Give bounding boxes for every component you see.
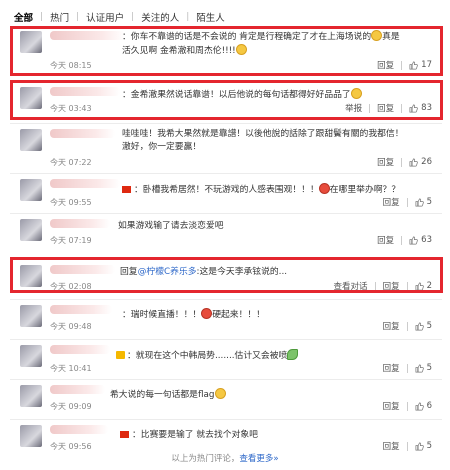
like-button[interactable]: 5 (415, 321, 432, 331)
avatar[interactable] (20, 179, 42, 201)
flag-icon (122, 186, 131, 193)
thumbs-up-icon (415, 442, 424, 450)
action-divider (406, 401, 408, 411)
username-blurred[interactable] (50, 345, 110, 354)
comment-text: ：比赛要是输了 就去找个对象吧 (120, 429, 408, 442)
action-divider (406, 197, 408, 207)
tab-following[interactable]: 关注的人 (141, 10, 179, 24)
username-blurred[interactable] (50, 179, 120, 188)
reply-button[interactable]: 回复 (383, 320, 400, 332)
like-count: 26 (421, 157, 432, 167)
tab-divider: | (76, 12, 80, 22)
avatar[interactable] (20, 425, 42, 447)
username-blurred[interactable] (50, 425, 108, 434)
laugh-emoji-icon (214, 388, 226, 399)
like-count: 63 (421, 235, 432, 245)
reply-button[interactable]: 回复 (383, 196, 400, 208)
timestamp: 今天 09:56 (50, 442, 92, 451)
action-divider (406, 321, 408, 331)
username-blurred[interactable] (50, 385, 105, 394)
comment-item: 希大说的每一句话都是flag 今天 09:09 回复 6 (10, 379, 442, 417)
like-button[interactable]: 6 (415, 401, 432, 411)
reply-button[interactable]: 回复 (377, 156, 394, 168)
like-count: 5 (426, 363, 432, 373)
highlight-box (10, 26, 443, 76)
thumbs-up-icon (409, 158, 418, 166)
footer: 以上为热门评论，查看更多» (171, 454, 279, 464)
reply-button[interactable]: 回复 (383, 362, 400, 374)
like-button[interactable]: 63 (409, 235, 432, 245)
like-button[interactable]: 5 (415, 197, 432, 207)
comment-item: ：卧槽我希居然！不玩游戏的人感表围观！！！ 在哪里举办啊？？ 今天 09:55 回… (10, 173, 442, 213)
tab-verified[interactable]: 认证用户 (86, 10, 124, 24)
thumbs-up-icon (415, 364, 424, 372)
comment-item: 如果游戏输了请去淡恋爱吧 今天 07:19 回复 63 (10, 213, 442, 251)
avatar[interactable] (20, 385, 42, 407)
tab-strangers[interactable]: 陌生人 (196, 10, 225, 24)
username-blurred[interactable] (50, 129, 115, 138)
comment-actions: 回复 5 (383, 362, 432, 374)
comment-actions: 回复 26 (377, 156, 432, 168)
action-divider (406, 363, 408, 373)
username-blurred[interactable] (50, 219, 110, 228)
comment-item: 哇哇哇！我希大果然就是靠譜！以後他說的話除了跟甜鬢有關的我都信！澈好，你一定要贏… (10, 123, 442, 173)
action-divider (401, 235, 403, 245)
action-divider (406, 441, 408, 451)
reply-button[interactable]: 回复 (383, 440, 400, 452)
like-button[interactable]: 26 (409, 157, 432, 167)
comment-text: 哇哇哇！我希大果然就是靠譜！以後他說的話除了跟甜鬢有關的我都信！澈好，你一定要贏… (122, 129, 404, 152)
emoji-icon (201, 308, 213, 319)
avatar[interactable] (20, 305, 42, 327)
avatar[interactable] (20, 129, 42, 151)
comment-actions: 回复 5 (383, 440, 432, 452)
thumbs-up-icon (409, 236, 418, 244)
like-count: 5 (426, 197, 432, 207)
view-more-link[interactable]: 查看更多 (239, 454, 273, 464)
comment-item: ：就现在这个中韩局势.......估计又会被喷 今天 10:41 回复 5 (10, 339, 442, 379)
comment-actions: 回复 6 (383, 400, 432, 412)
avatar[interactable] (20, 345, 42, 367)
thumbs-up-icon (415, 402, 424, 410)
leaf-emoji-icon (287, 349, 299, 360)
like-count: 5 (426, 441, 432, 451)
comment-actions: 回复 5 (383, 196, 432, 208)
timestamp: 今天 10:41 (50, 364, 92, 373)
filter-tabs: 全部 | 热门 | 认证用户 | 关注的人 | 陌生人 (14, 10, 225, 24)
thumbs-up-icon (415, 198, 424, 206)
highlight-box (10, 257, 443, 293)
comment-actions: 回复 63 (377, 234, 432, 246)
vip-badge-icon (116, 351, 125, 359)
like-button[interactable]: 5 (415, 441, 432, 451)
emoji-icon (318, 183, 330, 194)
flag-icon (120, 431, 129, 438)
comment-item: ：瑞时候直播！！！ 硬起来！！！ 今天 09:48 回复 5 (10, 299, 442, 337)
like-count: 6 (426, 401, 432, 411)
comment-text: 希大说的每一句话都是flag (110, 388, 408, 402)
username-blurred[interactable] (50, 305, 112, 314)
highlight-box (10, 80, 443, 120)
like-button[interactable]: 5 (415, 363, 432, 373)
timestamp: 今天 09:55 (50, 198, 92, 207)
tab-divider: | (186, 12, 190, 22)
comment-text: 如果游戏输了请去淡恋爱吧 (118, 221, 224, 231)
avatar[interactable] (20, 219, 42, 241)
action-divider (401, 157, 403, 167)
reply-button[interactable]: 回复 (383, 400, 400, 412)
timestamp: 今天 09:09 (50, 402, 92, 411)
comment-actions: 回复 5 (383, 320, 432, 332)
comment-text: ：卧槽我希居然！不玩游戏的人感表围观！！！ 在哪里举办啊？？ (122, 183, 408, 197)
reply-button[interactable]: 回复 (377, 234, 394, 246)
comment-text: ：就现在这个中韩局势.......估计又会被喷 (116, 349, 408, 363)
timestamp: 今天 07:19 (50, 236, 92, 245)
tab-divider: | (131, 12, 135, 22)
timestamp: 今天 07:22 (50, 158, 92, 167)
chevron-right-icon[interactable]: » (273, 454, 278, 464)
tab-hot[interactable]: 热门 (50, 10, 69, 24)
comment-text: ：瑞时候直播！！！ 硬起来！！！ (122, 308, 265, 320)
like-count: 5 (426, 321, 432, 331)
tab-all[interactable]: 全部 (14, 10, 33, 24)
thumbs-up-icon (415, 322, 424, 330)
timestamp: 今天 09:48 (50, 322, 92, 331)
tab-divider: | (40, 12, 44, 22)
